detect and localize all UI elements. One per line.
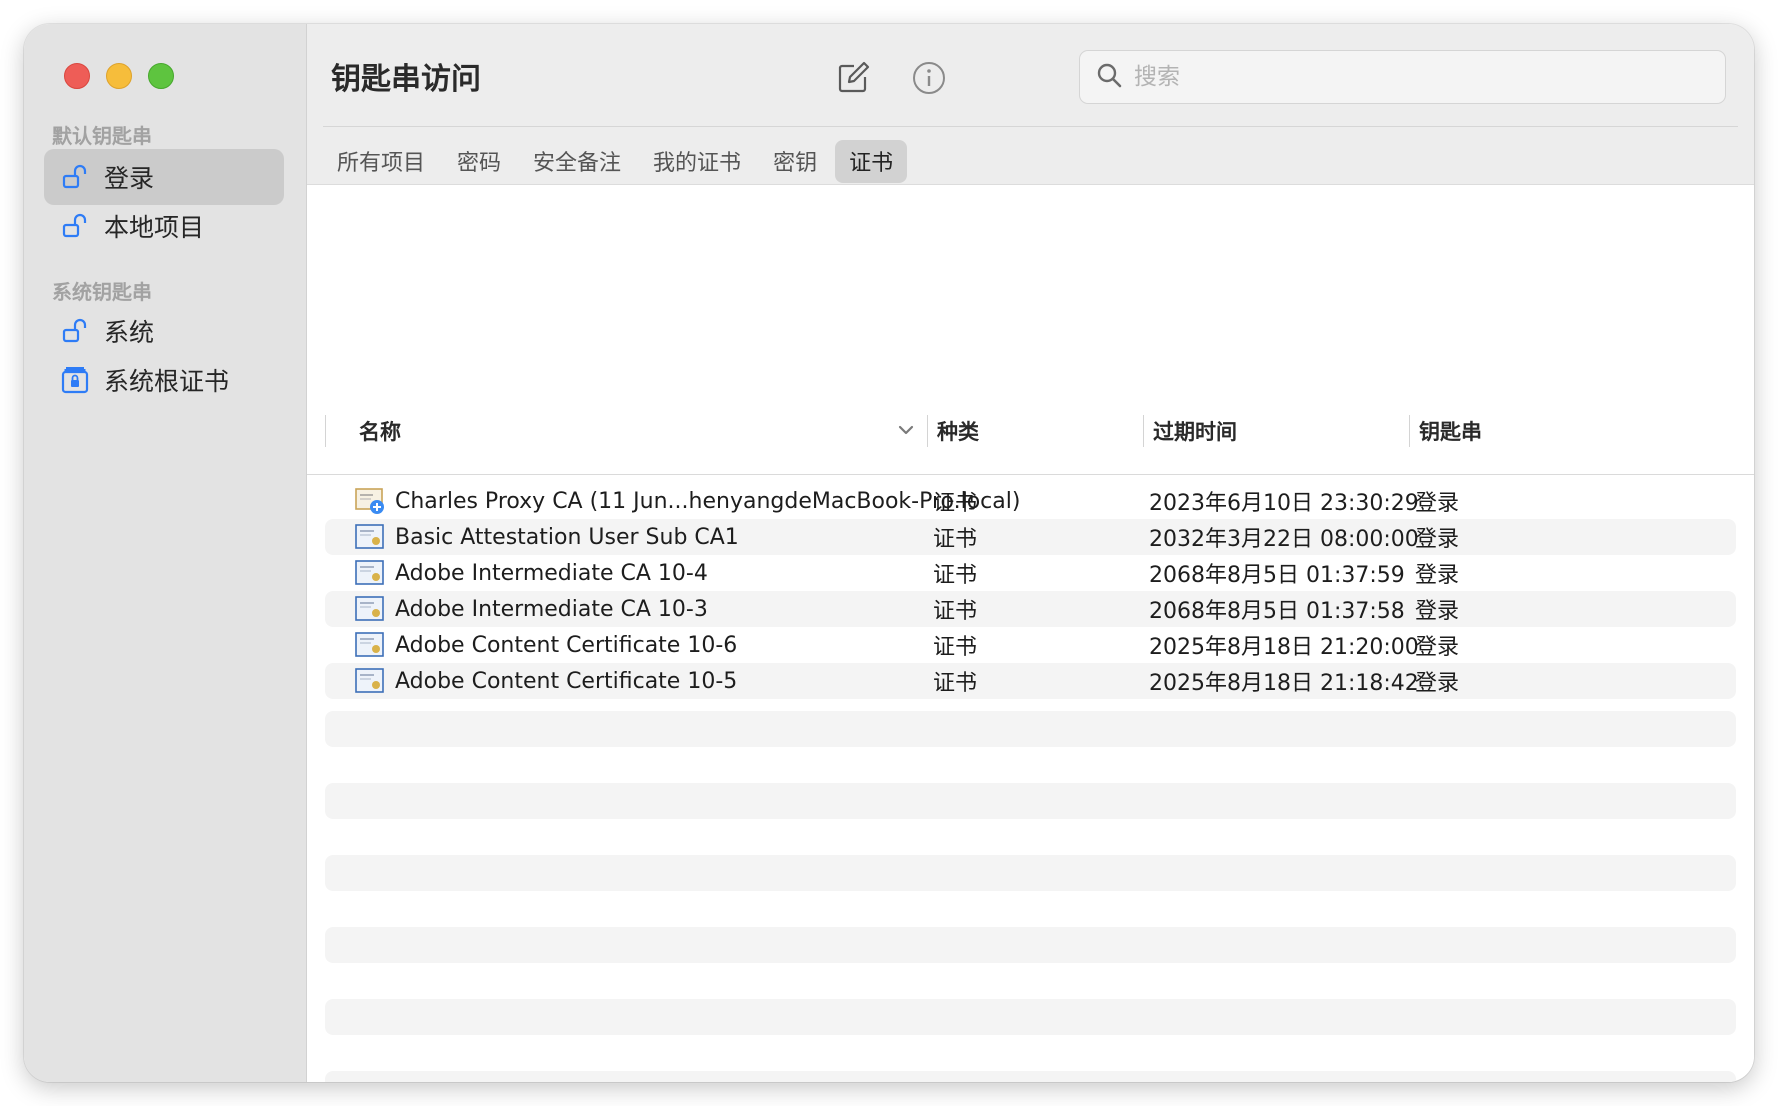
info-icon[interactable] xyxy=(907,56,951,100)
column-header-keychain[interactable]: 钥匙串 xyxy=(1419,405,1482,457)
sidebar-item-label: 本地项目 xyxy=(104,213,205,242)
search-input[interactable] xyxy=(1132,63,1696,91)
keychain-window: 默认钥匙串 登录 本地项目 系统钥匙串 系统 系统根证书 钥匙串访问 搜索 所有… xyxy=(24,24,1754,1082)
column-separator xyxy=(325,415,326,447)
compose-icon[interactable] xyxy=(831,56,875,100)
row-keychain: 登录 xyxy=(1415,599,1460,624)
tab-secure-notes[interactable]: 安全备注 xyxy=(519,140,635,183)
section-label-default-keychains: 默认钥匙串 xyxy=(52,124,152,148)
table-row[interactable]: Basic Attestation User Sub CA1 证书 2032年3… xyxy=(325,519,1736,555)
table-body: Charles Proxy CA (11 Jun...henyangdeMacB… xyxy=(325,483,1736,699)
unlocked-padlock-icon xyxy=(60,211,90,241)
search-icon xyxy=(1096,62,1122,92)
column-separator xyxy=(1409,415,1410,447)
table-header: 名称 种类 过期时间 钥匙串 xyxy=(325,405,1736,457)
tab-my-certificates[interactable]: 我的证书 xyxy=(639,140,755,183)
sidebar: 默认钥匙串 登录 本地项目 系统钥匙串 系统 系统根证书 xyxy=(24,24,307,1082)
row-keychain: 登录 xyxy=(1415,491,1460,516)
column-separator xyxy=(927,415,928,447)
minimize-button[interactable] xyxy=(106,63,132,89)
row-name: Adobe Content Certificate 10-5 xyxy=(395,668,738,694)
empty-row-stripe xyxy=(325,927,1736,963)
row-kind: 证书 xyxy=(933,491,978,516)
certificate-icon xyxy=(355,559,385,587)
unlocked-padlock-icon xyxy=(60,316,90,346)
row-expires: 2032年3月22日 08:00:00 xyxy=(1149,527,1419,552)
section-label-system-keychains: 系统钥匙串 xyxy=(52,280,152,304)
main-pane: 钥匙串访问 所有项目 密码 安全备注 我的证书 密钥 证书 xyxy=(307,24,1754,1082)
table-row[interactable]: Adobe Intermediate CA 10-3 证书 2068年8月5日 … xyxy=(325,591,1736,627)
search-field[interactable] xyxy=(1079,50,1726,104)
certificate-icon xyxy=(355,595,385,623)
tab-keys[interactable]: 密钥 xyxy=(759,140,831,183)
category-tabs: 所有项目 密码 安全备注 我的证书 密钥 证书 xyxy=(323,140,908,183)
table-row[interactable]: Adobe Content Certificate 10-6 证书 2025年8… xyxy=(325,627,1736,663)
column-header-expires[interactable]: 过期时间 xyxy=(1153,405,1237,457)
certificate-icon xyxy=(355,667,385,695)
sidebar-item-login[interactable]: 登录 xyxy=(44,149,284,205)
empty-row-stripe xyxy=(325,855,1736,891)
toolbar-divider xyxy=(323,126,1738,127)
sidebar-item-system-roots[interactable]: 系统根证书 xyxy=(44,352,284,408)
table-row[interactable]: Charles Proxy CA (11 Jun...henyangdeMacB… xyxy=(325,483,1736,519)
sidebar-item-label: 系统 xyxy=(104,318,155,347)
sidebar-item-system[interactable]: 系统 xyxy=(44,303,284,359)
sidebar-item-label: 登录 xyxy=(104,164,155,193)
zoom-button[interactable] xyxy=(148,63,174,89)
close-button[interactable] xyxy=(64,63,90,89)
chevron-down-icon[interactable] xyxy=(895,419,917,445)
header-divider xyxy=(307,474,1754,475)
sidebar-item-label: 系统根证书 xyxy=(104,367,230,396)
row-kind: 证书 xyxy=(933,671,978,696)
row-expires: 2023年6月10日 23:30:29 xyxy=(1149,491,1419,516)
row-keychain: 登录 xyxy=(1415,635,1460,660)
tab-certificates[interactable]: 证书 xyxy=(835,140,908,183)
tab-all-items[interactable]: 所有项目 xyxy=(323,140,439,183)
row-expires: 2068年8月5日 01:37:59 xyxy=(1149,563,1405,588)
row-expires: 2025年8月18日 21:20:00 xyxy=(1149,635,1419,660)
certificate-icon xyxy=(355,523,385,551)
row-kind: 证书 xyxy=(933,635,978,660)
certificate-plus-icon xyxy=(355,487,385,515)
window-title: 钥匙串访问 xyxy=(331,62,481,97)
table-row[interactable]: Adobe Intermediate CA 10-4 证书 2068年8月5日 … xyxy=(325,555,1736,591)
row-keychain: 登录 xyxy=(1415,527,1460,552)
column-separator xyxy=(1143,415,1144,447)
row-expires: 2068年8月5日 01:37:58 xyxy=(1149,599,1405,624)
certificate-icon xyxy=(355,631,385,659)
empty-row-stripe xyxy=(325,1071,1736,1082)
row-kind: 证书 xyxy=(933,599,978,624)
row-kind: 证书 xyxy=(933,563,978,588)
window-controls xyxy=(64,63,174,89)
row-keychain: 登录 xyxy=(1415,563,1460,588)
empty-row-stripe xyxy=(325,783,1736,819)
row-name: Adobe Intermediate CA 10-3 xyxy=(395,596,708,622)
column-header-kind[interactable]: 种类 xyxy=(937,405,979,457)
locked-cabinet-icon xyxy=(60,365,90,395)
empty-row-stripe xyxy=(325,711,1736,747)
column-header-name[interactable]: 名称 xyxy=(359,405,401,457)
row-keychain: 登录 xyxy=(1415,671,1460,696)
toolbar: 钥匙串访问 所有项目 密码 安全备注 我的证书 密钥 证书 xyxy=(307,24,1754,184)
row-name: Adobe Content Certificate 10-6 xyxy=(395,632,738,658)
tab-passwords[interactable]: 密码 xyxy=(443,140,515,183)
row-name: Adobe Intermediate CA 10-4 xyxy=(395,560,708,586)
row-name: Basic Attestation User Sub CA1 xyxy=(395,524,739,550)
row-expires: 2025年8月18日 21:18:42 xyxy=(1149,671,1419,696)
row-kind: 证书 xyxy=(933,527,978,552)
table-row[interactable]: Adobe Content Certificate 10-5 证书 2025年8… xyxy=(325,663,1736,699)
sidebar-item-local-items[interactable]: 本地项目 xyxy=(44,198,284,254)
row-name: Charles Proxy CA (11 Jun...henyangdeMacB… xyxy=(395,488,1021,514)
empty-row-stripe xyxy=(325,999,1736,1035)
unlocked-padlock-icon xyxy=(60,162,90,192)
